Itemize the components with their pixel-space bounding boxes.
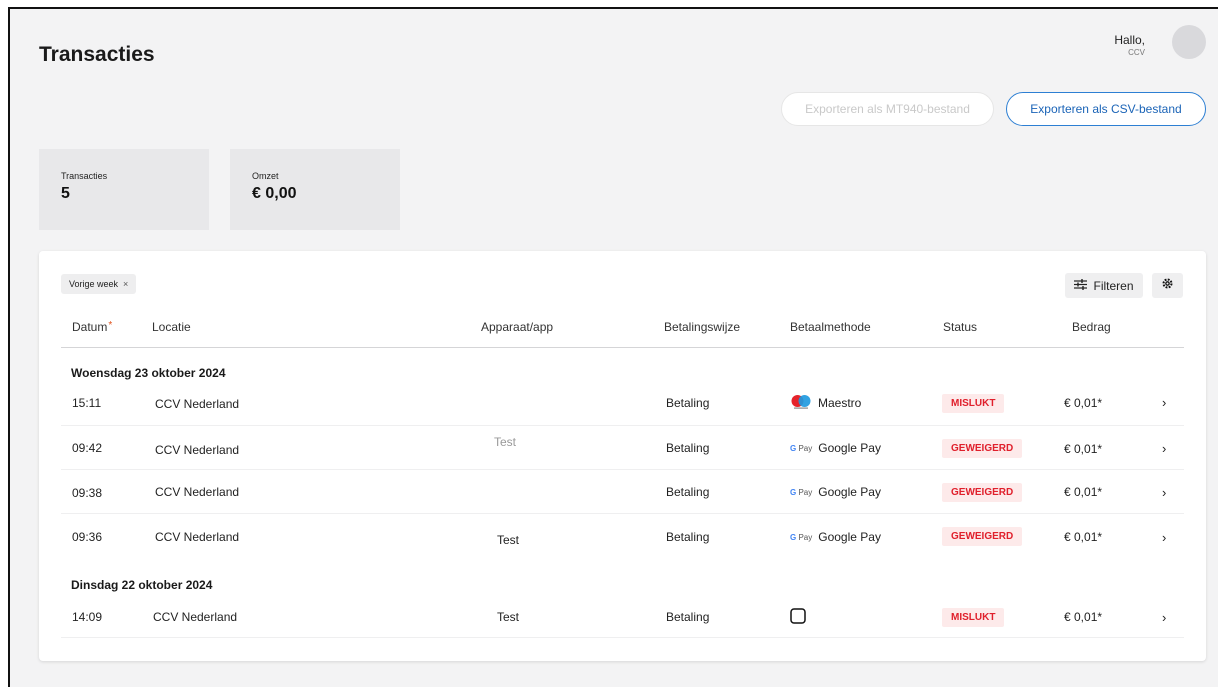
greeting-text: Hallo, [1114, 33, 1145, 47]
filter-button-label: Filteren [1093, 278, 1134, 293]
stat-label: Transacties [61, 171, 108, 181]
status-badge: GEWEIGERD [942, 483, 1023, 502]
chevron-right-icon[interactable]: › [1162, 610, 1166, 625]
row-time: 09:42 [72, 441, 103, 455]
row-amount: € 0,01* [1064, 610, 1103, 624]
row-payment-type: Betaling [666, 530, 710, 544]
row-location: CCV Nederland [155, 485, 240, 499]
google-pay-icon: G Pay [790, 487, 813, 497]
transactions-panel: Vorige week × Filteren Datum* Locatie Ap… [39, 251, 1206, 661]
date-group-title: Dinsdag 22 oktober 2024 [71, 578, 213, 592]
header-divider [61, 347, 1184, 348]
chevron-right-icon[interactable]: › [1162, 485, 1166, 500]
status-badge: MISLUKT [942, 608, 1005, 627]
row-time: 09:38 [72, 486, 103, 500]
row-payment-method [790, 608, 806, 627]
chevron-right-icon[interactable]: › [1162, 530, 1166, 545]
page-title: Transacties [39, 43, 155, 66]
payment-method-label: Google Pay [818, 485, 881, 499]
column-header-payment-method[interactable]: Betaalmethode [790, 320, 871, 334]
row-device: Test [497, 533, 520, 547]
payment-method-label: Maestro [818, 396, 862, 410]
sort-indicator: * [108, 320, 113, 331]
row-payment-method: Maestro [790, 394, 861, 412]
card-outline-icon [790, 608, 806, 627]
status-badge: GEWEIGERD [942, 439, 1023, 458]
sliders-icon [1074, 278, 1088, 293]
row-payment-method: G Pay Google Pay [790, 530, 881, 544]
row-payment-type: Betaling [666, 610, 710, 624]
column-header-amount[interactable]: Bedrag [1072, 320, 1111, 334]
filter-chip-label: Vorige week [69, 279, 119, 289]
user-greeting: Hallo, CCV [1114, 33, 1145, 57]
filter-button[interactable]: Filteren [1065, 273, 1143, 298]
row-payment-type: Betaling [666, 396, 710, 410]
column-header-label: Datum [72, 320, 108, 334]
stat-value: € 0,00 [252, 185, 297, 202]
avatar[interactable] [1172, 25, 1206, 59]
remove-filter-icon[interactable]: × [123, 279, 128, 289]
user-name: CCV [1128, 48, 1145, 57]
maestro-logo-icon [790, 394, 812, 412]
row-amount: € 0,01* [1064, 530, 1103, 544]
table-settings-button[interactable] [1152, 273, 1183, 298]
google-pay-icon: G Pay [790, 532, 813, 542]
row-location: CCV Nederland [155, 443, 240, 457]
chevron-right-icon[interactable]: › [1162, 441, 1166, 456]
table-row[interactable]: 14:09 CCV Nederland Test Betaling MISLUK… [61, 594, 1184, 638]
export-csv-button[interactable]: Exporteren als CSV-bestand [1006, 92, 1206, 126]
chevron-right-icon[interactable]: › [1162, 395, 1166, 410]
date-group-title: Woensdag 23 oktober 2024 [71, 366, 226, 380]
row-divider [61, 637, 1184, 638]
row-device: Test [497, 610, 520, 624]
status-badge: GEWEIGERD [942, 527, 1023, 546]
row-time: 15:11 [72, 396, 102, 410]
stat-label: Omzet [252, 171, 279, 181]
stat-card-transactions: Transacties 5 [39, 149, 209, 230]
column-header-status[interactable]: Status [943, 320, 977, 334]
column-header-device[interactable]: Apparaat/app [481, 320, 553, 334]
table-row[interactable]: 09:36 CCV Nederland Test Betaling G Pay … [61, 514, 1184, 558]
row-time: 09:36 [72, 530, 103, 544]
google-pay-icon: G Pay [790, 443, 813, 453]
row-location: CCV Nederland [153, 610, 238, 624]
row-payment-method: G Pay Google Pay [790, 441, 881, 455]
row-payment-method: G Pay Google Pay [790, 485, 881, 499]
column-header-payment-type[interactable]: Betalingswijze [664, 320, 740, 334]
gear-icon [1161, 277, 1174, 295]
payment-method-label: Google Pay [818, 441, 881, 455]
payment-method-label: Google Pay [818, 530, 881, 544]
filter-chip-period[interactable]: Vorige week × [61, 274, 137, 294]
export-mt940-button[interactable]: Exporteren als MT940-bestand [781, 92, 994, 126]
row-amount: € 0,01* [1064, 396, 1103, 410]
column-header-location[interactable]: Locatie [152, 320, 191, 334]
row-time: 14:09 [72, 610, 103, 624]
row-location: CCV Nederland [155, 530, 240, 544]
stat-card-revenue: Omzet € 0,00 [230, 149, 400, 230]
row-location: CCV Nederland [155, 397, 240, 411]
table-row[interactable]: 15:11 CCV Nederland Betaling Maestro MIS… [61, 382, 1184, 426]
row-amount: € 0,01* [1064, 485, 1103, 499]
status-badge: MISLUKT [942, 394, 1005, 413]
table-row[interactable]: 09:42 CCV Nederland Test Betaling G Pay … [61, 426, 1184, 470]
column-header-date[interactable]: Datum* [72, 320, 112, 334]
row-payment-type: Betaling [666, 441, 710, 455]
app-frame: Transacties Hallo, CCV Exporteren als MT… [8, 7, 1218, 687]
stat-value: 5 [61, 185, 70, 202]
table-row[interactable]: 09:38 CCV Nederland Betaling G Pay Googl… [61, 470, 1184, 514]
row-device: Test [494, 435, 517, 449]
row-amount: € 0,01* [1064, 442, 1103, 456]
row-payment-type: Betaling [666, 485, 710, 499]
